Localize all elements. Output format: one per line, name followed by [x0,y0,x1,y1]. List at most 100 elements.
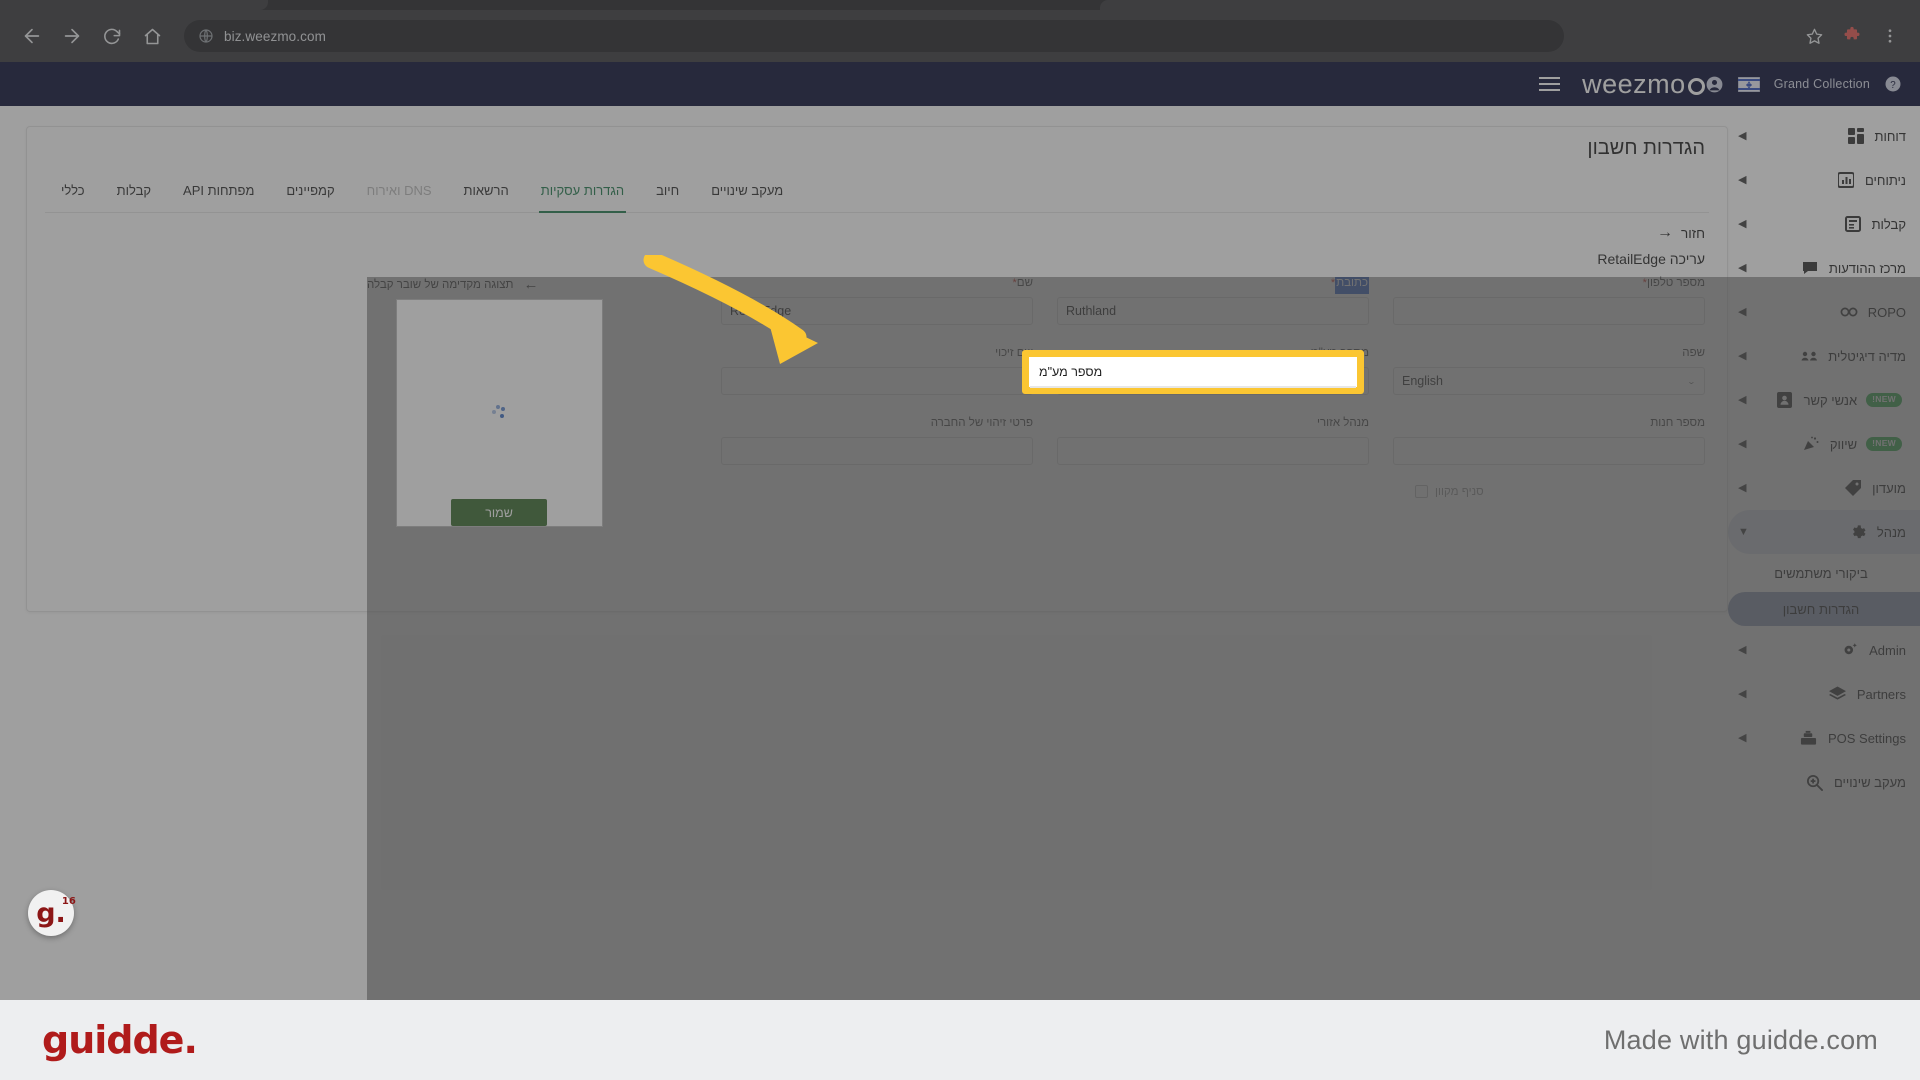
account-settings-card: הגדרות חשבון כללי קבלות מפתחות API קמפיי… [26,126,1920,1080]
company-identification-input[interactable] [721,437,1033,465]
tag-icon [1843,480,1863,496]
back-link[interactable]: חזור → [1657,225,1705,241]
sidebar-item-club[interactable]: מועדון ▶ [1728,466,1920,510]
hamburger-menu-icon[interactable] [1539,77,1561,91]
new-badge: NEW! [1866,393,1902,407]
chevron-left-icon: ▶ [1738,393,1747,406]
sidebar-item-label: קבלות [1871,216,1906,232]
sidebar-item-marketing[interactable]: NEW! שיווק ▶ [1728,422,1920,466]
sidebar-item-reports[interactable]: דוחות ▶ [1728,114,1920,158]
new-badge: NEW! [1866,437,1902,451]
guidde-badge-letter: g. 16 [36,896,76,927]
sidebar-item-admin-en[interactable]: Admin ▶ [1728,628,1920,672]
chevron-left-icon: ▶ [1738,173,1747,186]
sidebar-item-ropo[interactable]: ROPO ▶ [1728,290,1920,334]
field-label: שם* [721,277,1033,294]
sidebar-item-analytics[interactable]: ניתוחים ▶ [1728,158,1920,202]
search-zoom-icon [1805,774,1825,791]
form-row: מספר חנות מנהל אזורי פרטי זיהוי של החברה [627,417,1727,465]
three-dot-menu-icon[interactable] [1872,18,1908,54]
chevron-left-icon: ▶ [1738,481,1747,494]
question-mark-help-icon[interactable]: ? [1884,75,1902,93]
reload-icon[interactable] [92,16,132,56]
sidebar-item-admin[interactable]: מנהל ▼ [1728,510,1920,554]
tab-billing[interactable]: חיוב [640,175,695,212]
online-branch-checkbox[interactable] [1415,485,1428,498]
tab-general[interactable]: כללי [45,175,101,212]
credit-name-input[interactable] [721,367,1033,395]
receipt-preview-canvas [396,299,603,527]
sidebar-item-receipts[interactable]: קבלות ▶ [1728,202,1920,246]
sidebar-subitem-user-visits[interactable]: ביקורי משתמשים [1728,556,1920,590]
forward-arrow-icon[interactable] [52,16,92,56]
sidebar-item-label: מדיה דיגיטלית [1828,348,1906,364]
tab-campaigns[interactable]: קמפיינים [270,175,350,212]
tab-change-tracking[interactable]: מעקב שינויים [695,175,799,212]
save-button[interactable]: שמור [451,499,547,526]
chevron-left-icon: ▶ [1738,349,1747,362]
store-number-input[interactable] [1393,437,1705,465]
guidde-footer-bar: guidde. Made with guidde.com [0,1000,1920,1080]
home-icon[interactable] [132,16,172,56]
online-branch-checkbox-row[interactable]: סניף מקוון [1415,485,1727,498]
sidebar-item-label: מנהל [1876,524,1906,540]
chevron-left-icon: ▶ [1738,129,1747,142]
weezmo-brand-logo: weezmo [1582,69,1705,100]
row-spacer [627,395,1727,417]
gear-sparkle-icon [1840,642,1860,658]
sidebar-item-pos-settings[interactable]: POS Settings ▶ [1728,716,1920,760]
row-spacer [627,325,1727,347]
address-bar[interactable]: biz.weezmo.com [184,20,1564,52]
back-arrow-icon[interactable] [12,16,52,56]
sidebar-nav: דוחות ▶ ניתוחים ▶ קבלות ▶ מרכז ההודעות ▶… [1728,106,1920,1000]
organization-name: Grand Collection [1773,77,1870,91]
israel-flag-icon[interactable] [1737,76,1760,92]
sidebar-item-message-center[interactable]: מרכז ההודעות ▶ [1728,246,1920,290]
sidebar-item-contacts[interactable]: NEW! אנשי קשר ▶ [1728,378,1920,422]
language-select[interactable]: English ⌄ [1393,367,1705,395]
sidebar-item-digital-media[interactable]: מדיה דיגיטלית ▶ [1728,334,1920,378]
main-content: הגדרות חשבון כללי קבלות מפתחות API קמפיי… [0,106,1920,1080]
globe-icon [198,28,214,44]
sidebar-subitem-account-settings[interactable]: הגדרות חשבון [1728,592,1920,626]
contact-card-icon [1775,392,1795,408]
address-input[interactable]: Ruthland [1057,297,1369,325]
bookmark-star-icon[interactable] [1796,18,1832,54]
receipt-preview-title: תצוגה מקדימה של שובר קבלה [367,278,514,291]
browser-tab-right[interactable] [1100,0,1920,10]
field-credit-name: שם זיכוי [721,347,1033,395]
sidebar-item-partners[interactable]: Partners ▶ [1728,672,1920,716]
account-circle-icon[interactable] [1705,75,1724,94]
tab-api-keys[interactable]: מפתחות API [167,175,270,212]
sidebar-item-label: שיווק [1829,436,1858,452]
sidebar-item-change-tracking[interactable]: מעקב שינויים [1728,760,1920,804]
tab-business-settings[interactable]: הגדרות עסקיות [525,175,640,213]
phone-number-input[interactable] [1393,297,1705,325]
guidde-floating-badge[interactable]: g. 16 [28,890,76,936]
browser-tab-left[interactable] [0,0,268,10]
megaphone-icon [1801,436,1821,452]
browser-tabstrip [0,0,1920,10]
chevron-left-icon: ▶ [1738,217,1747,230]
arrow-left-icon[interactable]: ← [524,277,539,292]
sidebar-item-label: Admin [1869,642,1906,658]
tab-receipts[interactable]: קבלות [101,175,167,212]
vat-number-input-highlighted[interactable]: מספר מע"מ [1029,357,1357,387]
tab-dns-hosting: DNS ואירוח [366,183,432,198]
layers-icon [1828,686,1848,702]
settings-tabs: כללי קבלות מפתחות API קמפיינים DNS ואירו… [45,175,1709,213]
tab-permissions[interactable]: הרשאות [448,175,525,212]
infinity-icon [1839,306,1859,318]
browser-toolbar-right [1796,18,1908,54]
sidebar-item-label: מרכז ההודעות [1828,260,1906,276]
field-label: מספר חנות [1650,417,1705,429]
name-input[interactable]: RetailEdge [721,297,1033,325]
bar-chart-icon [1836,172,1856,188]
regional-manager-input[interactable] [1057,437,1369,465]
receipt-icon [1843,216,1863,232]
extensions-puzzle-icon[interactable] [1834,18,1870,54]
chevron-left-icon: ▶ [1738,437,1747,450]
chevron-down-icon: ▼ [1738,525,1749,538]
edit-entity-title: עריכה RetailEdge [1597,251,1705,267]
field-company-identification: פרטי זיהוי של החברה [721,417,1033,465]
